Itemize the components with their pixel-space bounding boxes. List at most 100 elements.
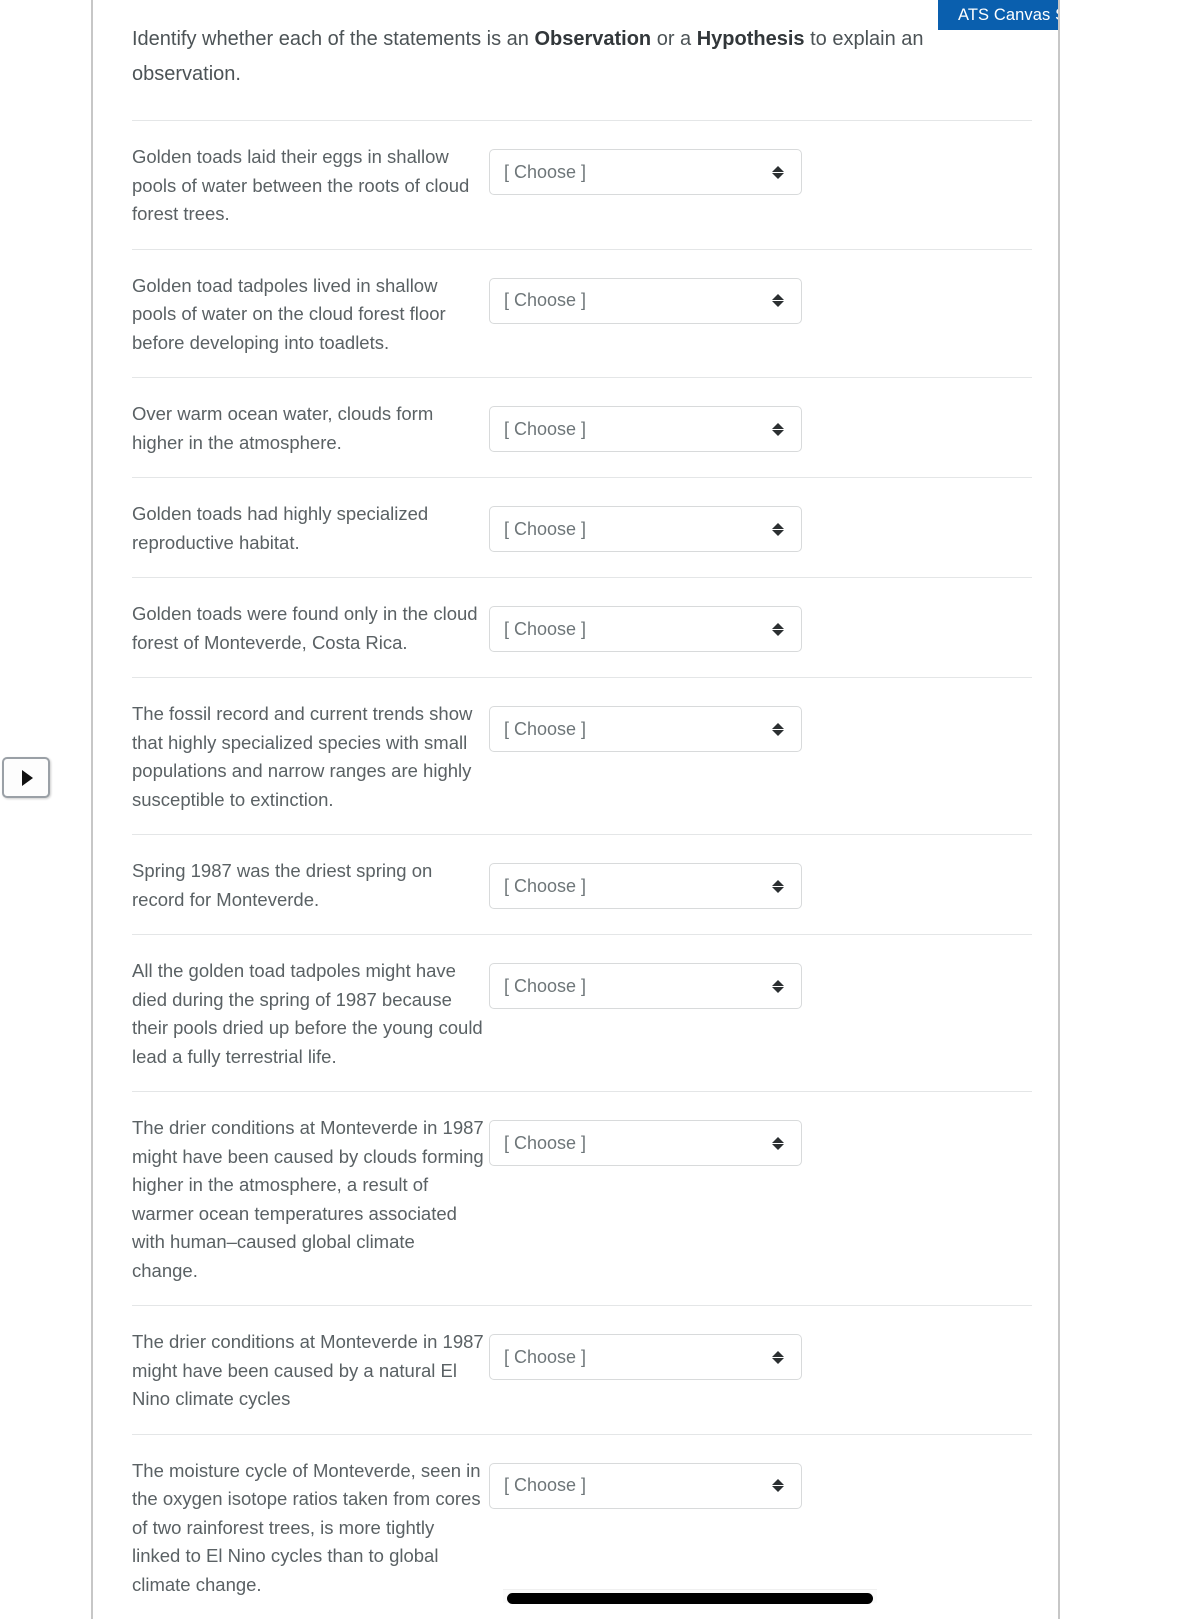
answer-select[interactable]: [ Choose ]: [489, 1462, 802, 1509]
horizontal-scrollbar-thumb[interactable]: [507, 1593, 873, 1604]
matching-row: Golden toads had highly specialized repr…: [132, 477, 1032, 577]
quiz-content-frame: ATS Canvas Support ? Identify whether ea…: [95, 0, 1060, 1619]
chevron-up-icon: [772, 722, 784, 729]
answer-select-wrap: [ Choose ]: [489, 957, 802, 1009]
answer-select-value: [ Choose ]: [504, 418, 587, 439]
ats-canvas-support-badge[interactable]: ATS Canvas Support ?: [938, 0, 1058, 30]
answer-select[interactable]: [ Choose ]: [489, 706, 802, 752]
chevron-up-down-icon: [771, 1133, 785, 1153]
chevron-down-icon: [772, 1486, 784, 1492]
statement-text: Golden toads were found only in the clou…: [132, 603, 478, 653]
prompt-lead: Identify whether each of the statements …: [132, 28, 535, 50]
chevron-down-icon: [772, 729, 784, 736]
statement-text: Spring 1987 was the driest spring on rec…: [132, 860, 433, 910]
chevron-up-icon: [772, 422, 784, 429]
expand-panel-button[interactable]: [2, 757, 50, 798]
answer-select[interactable]: [ Choose ]: [489, 277, 802, 324]
matching-row: The drier conditions at Monteverde in 19…: [132, 1091, 1032, 1305]
chevron-down-icon: [772, 529, 784, 536]
answer-select-value: [ Choose ]: [504, 618, 587, 639]
answer-select-wrap: [ Choose ]: [489, 857, 802, 909]
answer-select[interactable]: [ Choose ]: [489, 863, 802, 909]
answer-select-value: [ Choose ]: [504, 518, 587, 539]
answer-select-wrap: [ Choose ]: [489, 700, 802, 752]
chevron-up-down-icon: [771, 291, 785, 311]
answer-select-wrap: [ Choose ]: [489, 400, 802, 452]
right-gutter: [1062, 0, 1200, 1619]
chevron-up-down-icon: [771, 719, 785, 739]
answer-select-value: [ Choose ]: [504, 1475, 587, 1495]
answer-select-wrap: [ Choose ]: [489, 143, 802, 195]
matching-row: All the golden toad tadpoles might have …: [132, 934, 1032, 1091]
chevron-down-icon: [772, 1357, 784, 1364]
matching-row: The fossil record and current trends sho…: [132, 677, 1032, 834]
statement-text: Golden toads laid their eggs in shallow …: [132, 146, 470, 224]
matching-row: Golden toads laid their eggs in shallow …: [132, 120, 1032, 249]
answer-select-value: [ Choose ]: [504, 875, 587, 896]
statement-text: The fossil record and current trends sho…: [132, 703, 473, 810]
matching-row: The drier conditions at Monteverde in 19…: [132, 1305, 1032, 1434]
chevron-down-icon: [772, 629, 784, 636]
chevron-up-icon: [772, 622, 784, 629]
answer-select[interactable]: [ Choose ]: [489, 406, 802, 452]
chevron-up-icon: [772, 879, 784, 886]
answer-select-wrap: [ Choose ]: [489, 1328, 802, 1380]
page-canvas: ATS Canvas Support ? Identify whether ea…: [0, 0, 1200, 1619]
chevron-up-icon: [772, 1136, 784, 1143]
answer-select-value: [ Choose ]: [504, 718, 587, 739]
statement-text: Golden toads had highly specialized repr…: [132, 503, 429, 553]
statement-text: The drier conditions at Monteverde in 19…: [132, 1117, 484, 1281]
statement-text: The moisture cycle of Monteverde, seen i…: [132, 1459, 481, 1595]
answer-select-value: [ Choose ]: [504, 1346, 587, 1367]
chevron-up-icon: [772, 1350, 784, 1357]
statement-text: The drier conditions at Monteverde in 19…: [132, 1331, 484, 1409]
answer-select[interactable]: [ Choose ]: [489, 506, 802, 552]
prompt-bold-hypothesis: Hypothesis: [696, 28, 805, 50]
chevron-up-icon: [772, 979, 784, 986]
statement-text: Golden toad tadpoles lived in shallow po…: [132, 274, 446, 353]
answer-select-wrap: [ Choose ]: [489, 1114, 802, 1166]
chevron-down-icon: [772, 886, 784, 893]
answer-select[interactable]: [ Choose ]: [489, 963, 802, 1009]
chevron-up-icon: [772, 165, 784, 172]
chevron-up-down-icon: [771, 976, 785, 996]
matching-row: Golden toad tadpoles lived in shallow po…: [132, 248, 1032, 378]
answer-select-wrap: [ Choose ]: [489, 600, 802, 652]
chevron-up-down-icon: [771, 1347, 785, 1367]
play-triangle-icon: [22, 769, 33, 786]
matching-row: Golden toads were found only in the clou…: [132, 577, 1032, 677]
answer-select-value: [ Choose ]: [504, 1132, 587, 1153]
left-gutter: [0, 0, 93, 1619]
question-prompt: Identify whether each of the statements …: [132, 22, 1032, 92]
chevron-up-down-icon: [771, 162, 785, 182]
answer-select-value: [ Choose ]: [504, 975, 587, 996]
answer-select-wrap: [ Choose ]: [489, 1457, 802, 1509]
chevron-up-down-icon: [771, 619, 785, 639]
support-badge-label: ATS Canvas Support: [958, 5, 1058, 24]
chevron-down-icon: [772, 429, 784, 436]
chevron-up-down-icon: [771, 876, 785, 896]
chevron-down-icon: [772, 986, 784, 993]
statement-text: All the golden toad tadpoles might have …: [132, 960, 483, 1067]
chevron-up-down-icon: [771, 1476, 785, 1496]
answer-select[interactable]: [ Choose ]: [489, 606, 802, 652]
prompt-bold-observation: Observation: [534, 28, 652, 50]
answer-select-value: [ Choose ]: [504, 161, 587, 182]
prompt-middle: or a: [651, 28, 697, 50]
chevron-down-icon: [772, 172, 784, 179]
chevron-up-down-icon: [771, 519, 785, 539]
chevron-up-icon: [772, 294, 784, 300]
statement-text: Over warm ocean water, clouds form highe…: [132, 403, 434, 453]
chevron-up-icon: [772, 522, 784, 529]
matching-rows: Golden toads laid their eggs in shallow …: [95, 120, 1058, 1619]
matching-row: Spring 1987 was the driest spring on rec…: [132, 834, 1032, 934]
chevron-up-icon: [772, 1479, 784, 1485]
answer-select-wrap: [ Choose ]: [489, 272, 802, 324]
answer-select[interactable]: [ Choose ]: [489, 149, 802, 195]
matching-row: Over warm ocean water, clouds form highe…: [132, 377, 1032, 477]
answer-select[interactable]: [ Choose ]: [489, 1334, 802, 1380]
chevron-down-icon: [772, 1143, 784, 1150]
chevron-up-down-icon: [771, 419, 785, 439]
answer-select[interactable]: [ Choose ]: [489, 1120, 802, 1166]
chevron-down-icon: [772, 301, 784, 307]
